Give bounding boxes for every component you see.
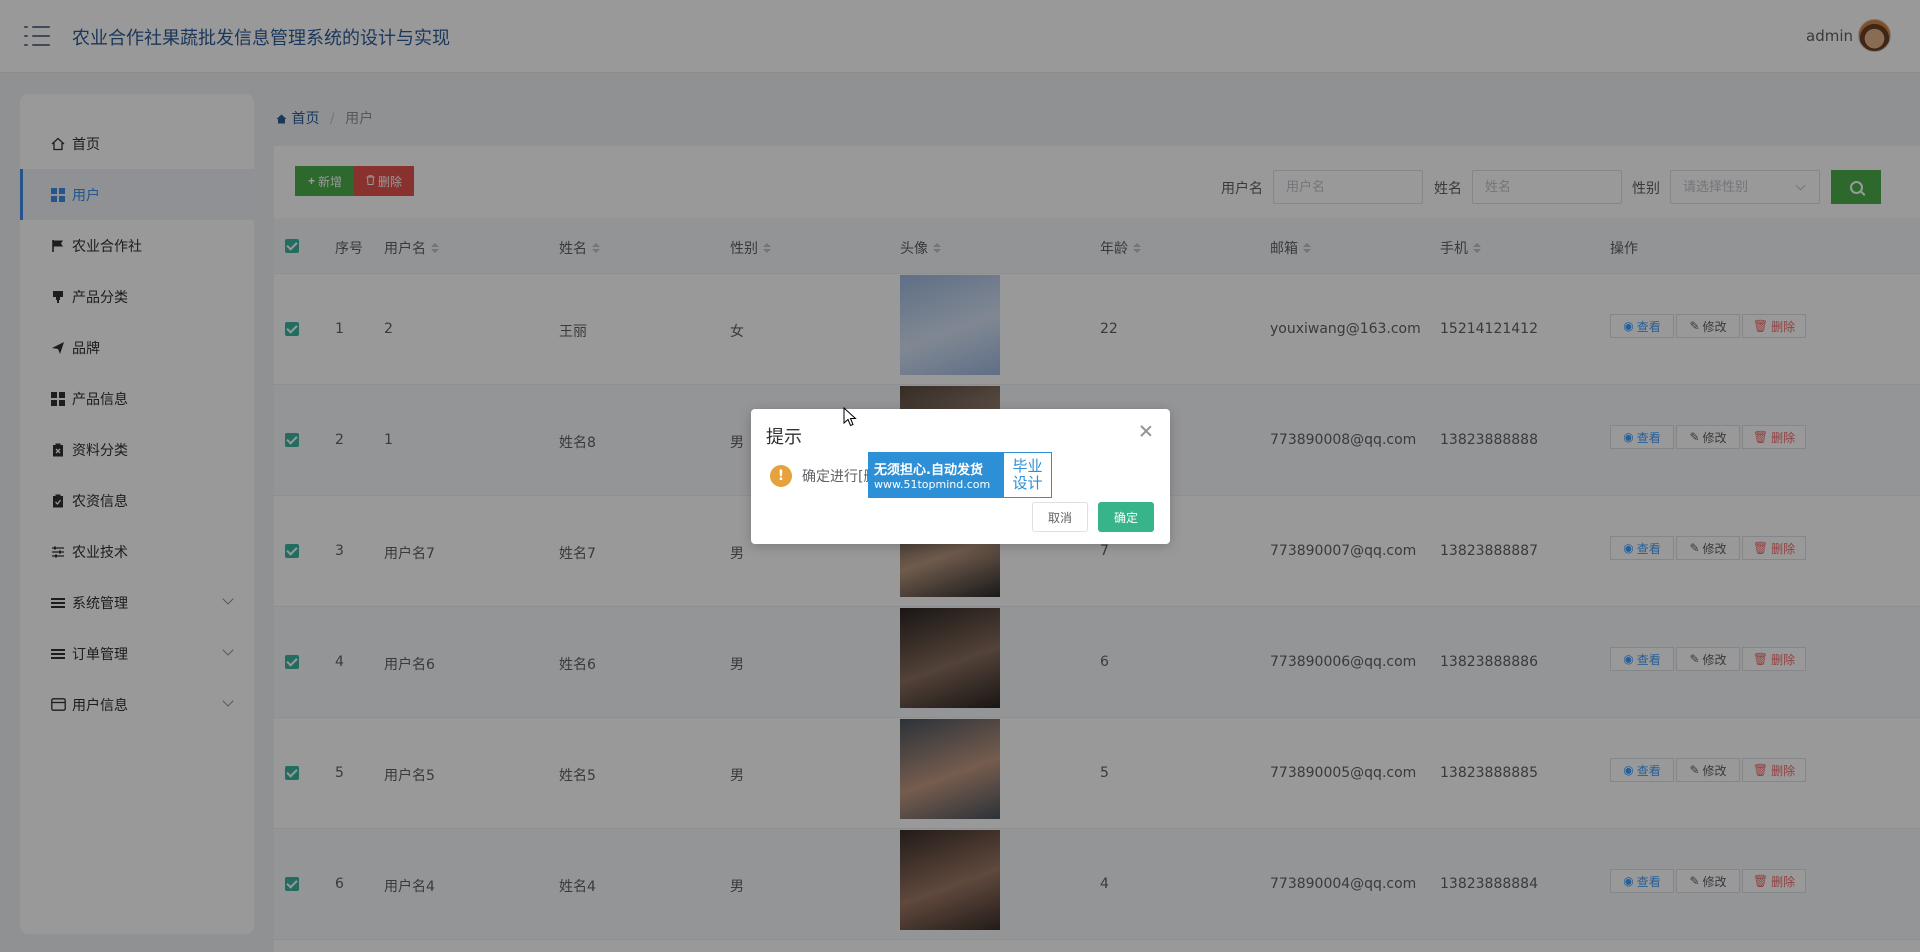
warning-icon: ! <box>770 465 792 487</box>
watermark-line2: www.51topmind.com <box>874 478 991 491</box>
confirm-button[interactable]: 确定 <box>1098 502 1154 532</box>
watermark-right1: 毕业 <box>1012 457 1043 475</box>
watermark-right2: 设计 <box>1012 474 1043 492</box>
watermark-line1: 无须担心.自动发货 <box>874 463 983 478</box>
mouse-cursor-icon <box>843 407 857 427</box>
watermark-banner: 无须担心.自动发货 www.51topmind.com 毕业 设计 <box>868 452 1052 498</box>
cancel-button[interactable]: 取消 <box>1032 502 1088 532</box>
close-icon[interactable] <box>1140 425 1152 437</box>
dialog-title: 提示 <box>766 427 802 448</box>
